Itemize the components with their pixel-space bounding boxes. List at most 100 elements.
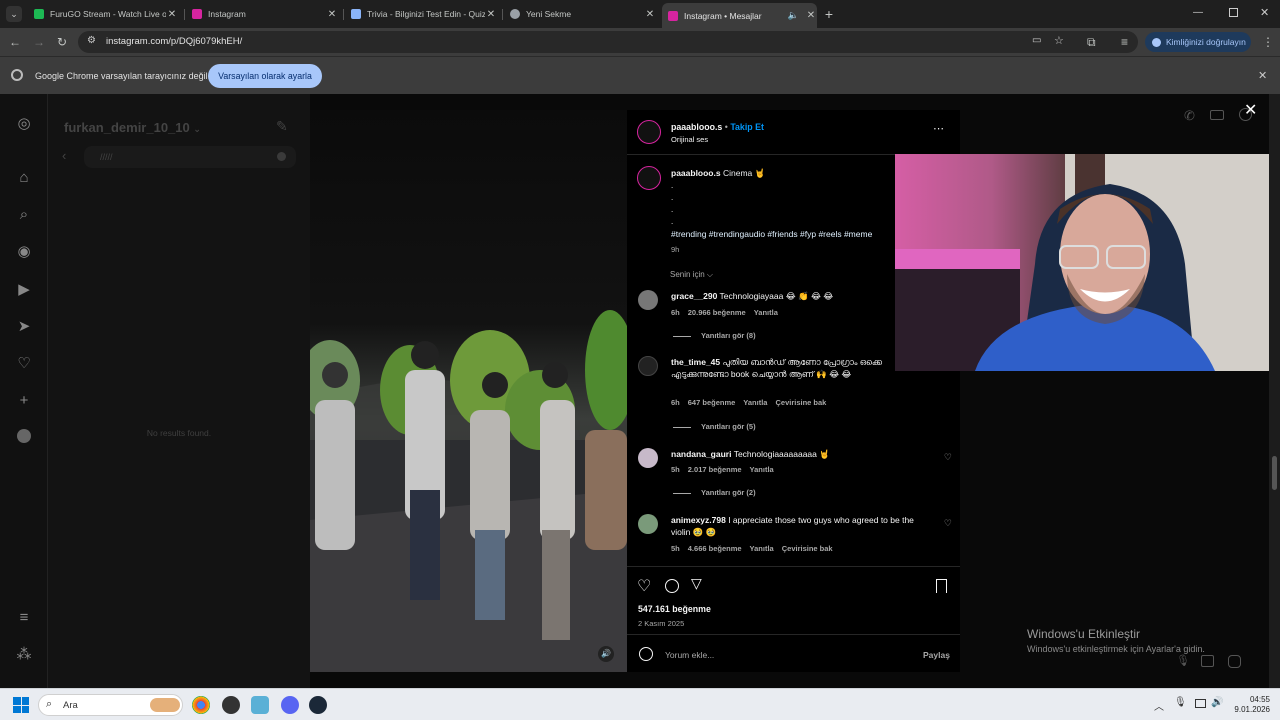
post-likes[interactable]: 547.161 beğenme xyxy=(638,604,711,614)
tab-instagram-messages[interactable]: Instagram • Mesajlar 🔈 ✕ xyxy=(662,3,817,28)
follow-button[interactable]: Takip Et xyxy=(730,122,764,132)
reel-video[interactable]: 🔊 xyxy=(310,110,627,672)
tab-furugo[interactable]: FuruGO Stream - Watch Live on ✕ xyxy=(28,4,178,24)
close-tab-icon[interactable]: ✕ xyxy=(166,9,178,20)
maximize-button[interactable] xyxy=(1229,8,1238,17)
gallery-icon[interactable] xyxy=(1201,655,1214,667)
comment-username[interactable]: grace__290 xyxy=(671,291,717,301)
messages-icon[interactable]: ➤ xyxy=(14,317,34,337)
see-translation-button[interactable]: Çevirisine bak xyxy=(775,398,826,407)
video-call-icon[interactable] xyxy=(1210,110,1224,120)
discord-icon[interactable] xyxy=(281,696,299,714)
install-app-icon[interactable]: ▭ xyxy=(1032,35,1041,46)
mic-icon[interactable]: 🎙 xyxy=(1176,654,1190,667)
close-window-button[interactable]: ✕ xyxy=(1260,6,1269,19)
more-options-icon[interactable]: ⋯ xyxy=(933,122,944,135)
meta-apps-icon[interactable]: ⁂ xyxy=(14,645,34,665)
commenter-avatar[interactable] xyxy=(638,356,658,376)
bookmark-star-icon[interactable]: ☆ xyxy=(1054,34,1064,47)
author-username[interactable]: paaablooo.s xyxy=(671,122,722,132)
search-icon[interactable]: ⌕ xyxy=(14,205,34,225)
comment-username[interactable]: animexyz.798 xyxy=(671,515,726,525)
address-bar[interactable]: ⚙ instagram.com/p/DQj6079khEH/ ▭ ☆ xyxy=(78,31,1138,53)
comment-likes[interactable]: 647 beğenme xyxy=(688,398,736,407)
compose-icon[interactable]: ✎ xyxy=(276,118,288,135)
scrollbar-thumb[interactable] xyxy=(1272,456,1277,490)
tab-new-tab[interactable]: Yeni Sekme ✕ xyxy=(504,4,656,24)
minimize-button[interactable]: — xyxy=(1193,7,1203,18)
see-translation-button[interactable]: Çevirisine bak xyxy=(782,544,833,553)
comment-input[interactable]: Yorum ekle... xyxy=(665,650,714,660)
reply-button[interactable]: Yanıtla xyxy=(743,398,767,407)
more-menu-icon[interactable]: ≡ xyxy=(14,608,34,628)
commenter-avatar[interactable] xyxy=(638,448,658,468)
reading-list-icon[interactable]: ≡ xyxy=(1121,35,1128,49)
explore-icon[interactable]: ◉ xyxy=(14,242,34,262)
view-replies-button[interactable]: Yanıtları gör (8) xyxy=(673,331,756,340)
comment-likes[interactable]: 4.666 beğenme xyxy=(688,544,742,553)
call-icon[interactable]: ✆ xyxy=(1184,108,1195,124)
profile-verify-button[interactable]: Kimliğinizi doğrulayın xyxy=(1145,32,1251,52)
hashtags[interactable]: #trending #trendingaudio #friends #fyp #… xyxy=(671,229,872,239)
sticker-icon[interactable] xyxy=(1228,655,1241,668)
notifications-heart-icon[interactable]: ♡ xyxy=(14,354,34,374)
audio-label[interactable]: Orijinal ses xyxy=(671,135,708,144)
view-replies-button[interactable]: Yanıtları gör (2) xyxy=(673,488,756,497)
set-default-button[interactable]: Varsayılan olarak ayarla xyxy=(208,64,322,88)
create-icon[interactable]: + xyxy=(14,391,34,411)
commenter-avatar[interactable] xyxy=(638,514,658,534)
tray-chevron-icon[interactable]: ︿ xyxy=(1154,698,1164,713)
caption-username[interactable]: paaablooo.s xyxy=(671,168,721,178)
tab-instagram[interactable]: Instagram ✕ xyxy=(186,4,338,24)
scrollbar[interactable] xyxy=(1269,94,1280,688)
reply-button[interactable]: Yanıtla xyxy=(754,308,778,317)
sort-dropdown[interactable]: Senin için ⌵ xyxy=(670,270,713,280)
save-bookmark-icon[interactable] xyxy=(936,579,947,593)
comment-likes[interactable]: 2.017 beğenme xyxy=(688,465,742,474)
reload-icon[interactable]: ↻ xyxy=(57,35,67,49)
windows-start-icon[interactable] xyxy=(13,697,29,713)
close-tab-icon[interactable]: ✕ xyxy=(644,9,656,20)
close-infobar-icon[interactable]: ✕ xyxy=(1258,69,1267,82)
share-icon[interactable]: ▽ xyxy=(691,575,702,592)
network-app-icon[interactable] xyxy=(251,696,269,714)
like-heart-icon[interactable]: ♡ xyxy=(637,576,651,596)
comment-likes[interactable]: 20.966 beğenme xyxy=(688,308,746,317)
instagram-logo-icon[interactable]: ◎ xyxy=(14,114,34,134)
menu-kebab-icon[interactable]: ⋮ xyxy=(1262,35,1274,49)
dm-username[interactable]: furkan_demir_10_10 ⌄ xyxy=(64,120,201,135)
reels-icon[interactable]: ▶ xyxy=(14,280,34,300)
comment-bubble-icon[interactable] xyxy=(665,579,679,593)
like-comment-heart-icon[interactable]: ♡ xyxy=(944,518,952,529)
comment-username[interactable]: the_time_45 xyxy=(671,357,720,367)
home-icon[interactable]: ⌂ xyxy=(14,168,34,188)
new-tab-button[interactable]: + xyxy=(822,6,836,22)
dm-search-input[interactable]: ///// xyxy=(84,146,296,168)
back-icon[interactable]: ← xyxy=(9,35,21,49)
reply-button[interactable]: Yanıtla xyxy=(750,465,774,474)
app-icon[interactable] xyxy=(222,696,240,714)
commenter-avatar[interactable] xyxy=(638,290,658,310)
clear-search-icon[interactable] xyxy=(277,152,286,161)
profile-avatar-icon[interactable] xyxy=(14,429,34,449)
close-tab-icon[interactable]: ✕ xyxy=(805,10,817,21)
back-arrow-icon[interactable]: ‹ xyxy=(62,148,66,163)
taskbar-clock[interactable]: 04:55 9.01.2026 xyxy=(1224,695,1270,715)
tab-trivia[interactable]: Trivia - Bilginizi Test Edin - Quiz ✕ xyxy=(345,4,497,24)
emoji-icon[interactable] xyxy=(639,647,653,661)
tray-display-icon[interactable] xyxy=(1195,699,1206,708)
comment-username[interactable]: nandana_gauri xyxy=(671,449,731,459)
tray-volume-icon[interactable]: 🔊 xyxy=(1211,697,1223,708)
speaker-icon[interactable]: 🔈 xyxy=(788,10,799,21)
caption-avatar[interactable] xyxy=(637,166,661,190)
reply-button[interactable]: Yanıtla xyxy=(750,544,774,553)
author-avatar[interactable] xyxy=(637,120,661,144)
tab-search-button[interactable]: ⌄ xyxy=(6,6,22,22)
site-info-icon[interactable]: ⚙ xyxy=(87,35,96,46)
close-tab-icon[interactable]: ✕ xyxy=(326,9,338,20)
steam-icon[interactable] xyxy=(309,696,327,714)
post-comment-button[interactable]: Paylaş xyxy=(923,650,950,660)
forward-icon[interactable]: → xyxy=(33,35,45,49)
like-comment-heart-icon[interactable]: ♡ xyxy=(944,452,952,463)
view-replies-button[interactable]: Yanıtları gör (5) xyxy=(673,422,756,431)
